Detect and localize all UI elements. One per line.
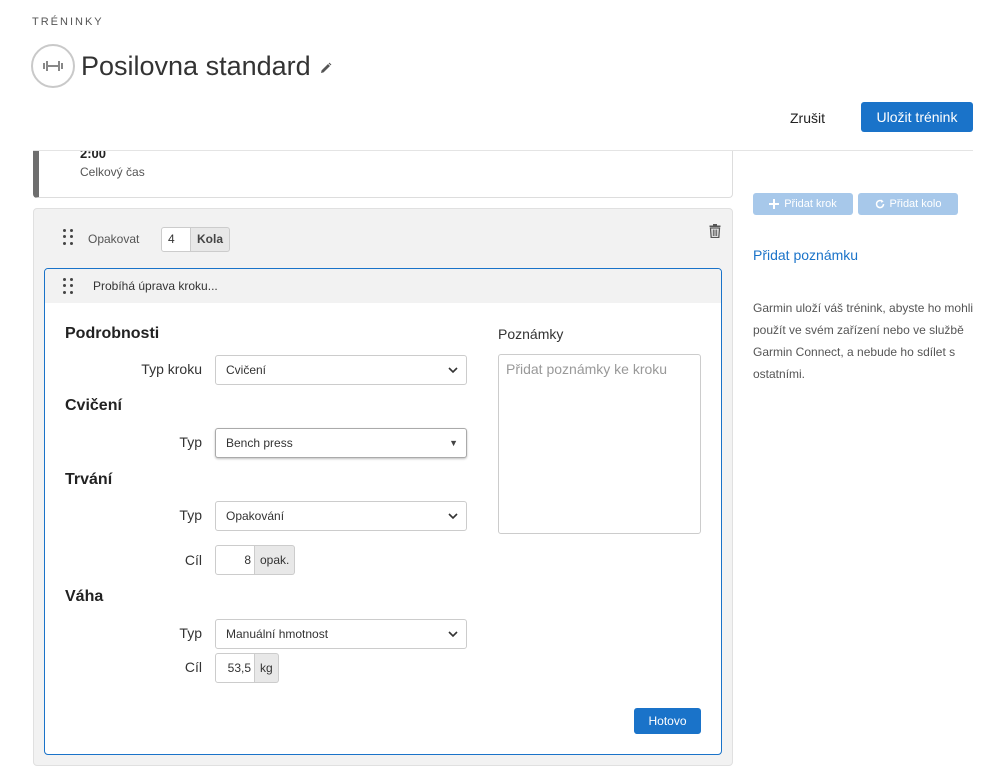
duration-target-label: Cíl xyxy=(184,552,202,568)
breadcrumb[interactable]: TRÉNINKY xyxy=(32,16,104,28)
previous-step-card[interactable]: 2:00 Celkový čas xyxy=(33,151,733,198)
done-button[interactable]: Hotovo xyxy=(634,708,701,734)
exercise-type-label: Typ xyxy=(179,434,202,450)
repeat-label: Opakovat xyxy=(88,232,140,246)
weight-section-title: Váha xyxy=(65,588,104,605)
pencil-icon[interactable] xyxy=(319,62,332,75)
weight-type-value: Manuální hmotnost xyxy=(226,627,329,641)
refresh-icon xyxy=(875,199,884,209)
add-round-label: Přidat kolo xyxy=(889,198,942,210)
duration-section-title: Trvání xyxy=(65,471,113,488)
chevron-down-icon xyxy=(448,367,458,374)
chevron-down-icon xyxy=(448,513,458,520)
cancel-button[interactable]: Zrušit xyxy=(790,110,825,126)
duration-target-input[interactable]: 8 xyxy=(215,545,255,575)
repeat-count-group: 4 Kola xyxy=(161,227,231,252)
step-type-select[interactable]: Cvičení xyxy=(215,355,467,385)
repeat-block: Opakovat 4 Kola Probíhá úprava kroku... … xyxy=(33,208,733,766)
trash-icon[interactable] xyxy=(709,224,721,243)
exercise-type-value: Bench press xyxy=(226,436,293,450)
step-header: Probíhá úprava kroku... xyxy=(45,269,721,303)
details-section-title: Podrobnosti xyxy=(65,325,160,342)
weight-target-group: 53,5 kg xyxy=(215,653,279,683)
step-type-label: Typ kroku xyxy=(141,361,202,377)
drag-handle-icon[interactable] xyxy=(63,229,73,245)
duration-type-value: Opakování xyxy=(226,509,285,523)
caret-down-icon: ▼ xyxy=(449,438,458,448)
weight-target-input[interactable]: 53,5 xyxy=(215,653,255,683)
duration-type-select[interactable]: Opakování xyxy=(215,501,467,531)
workout-title-row: Posilovna standard xyxy=(31,44,332,88)
weight-type-select[interactable]: Manuální hmotnost xyxy=(215,619,467,649)
dumbbell-icon xyxy=(31,44,75,88)
duration-target-unit: opak. xyxy=(255,545,296,575)
page-title: Posilovna standard xyxy=(81,50,311,81)
add-step-label: Přidat krok xyxy=(784,198,837,210)
duration-target-group: 8 opak. xyxy=(215,545,296,575)
weight-target-label: Cíl xyxy=(184,659,202,675)
plus-icon xyxy=(769,199,780,209)
exercise-section-title: Cvičení xyxy=(65,397,122,414)
chevron-down-icon xyxy=(448,631,458,638)
privacy-info-text: Garmin uloží váš trénink, abyste ho mohl… xyxy=(753,301,974,381)
notes-label: Poznámky xyxy=(498,326,564,342)
drag-handle-icon[interactable] xyxy=(63,278,73,294)
weight-type-label: Typ xyxy=(179,625,202,641)
step-editing-status: Probíhá úprava kroku... xyxy=(93,279,218,293)
step-edit-card: Probíhá úprava kroku... Podrobnosti Typ … xyxy=(44,268,722,755)
add-note-link[interactable]: Přidat poznámku xyxy=(753,247,858,263)
repeat-unit: Kola xyxy=(191,227,231,252)
step-notes-textarea[interactable]: Přidat poznámky ke kroku xyxy=(498,354,701,534)
step-type-value: Cvičení xyxy=(226,363,267,377)
add-step-button[interactable]: Přidat krok xyxy=(753,193,853,215)
previous-step-value: 2:00 xyxy=(80,151,107,161)
previous-step-label: Celkový čas xyxy=(80,165,145,179)
add-round-button[interactable]: Přidat kolo xyxy=(858,193,958,215)
exercise-type-select[interactable]: Bench press ▼ xyxy=(215,428,467,458)
duration-type-label: Typ xyxy=(179,507,202,523)
save-workout-button[interactable]: Uložit trénink xyxy=(861,102,973,132)
repeat-count-input[interactable]: 4 xyxy=(161,227,191,252)
weight-target-unit: kg xyxy=(255,653,279,683)
